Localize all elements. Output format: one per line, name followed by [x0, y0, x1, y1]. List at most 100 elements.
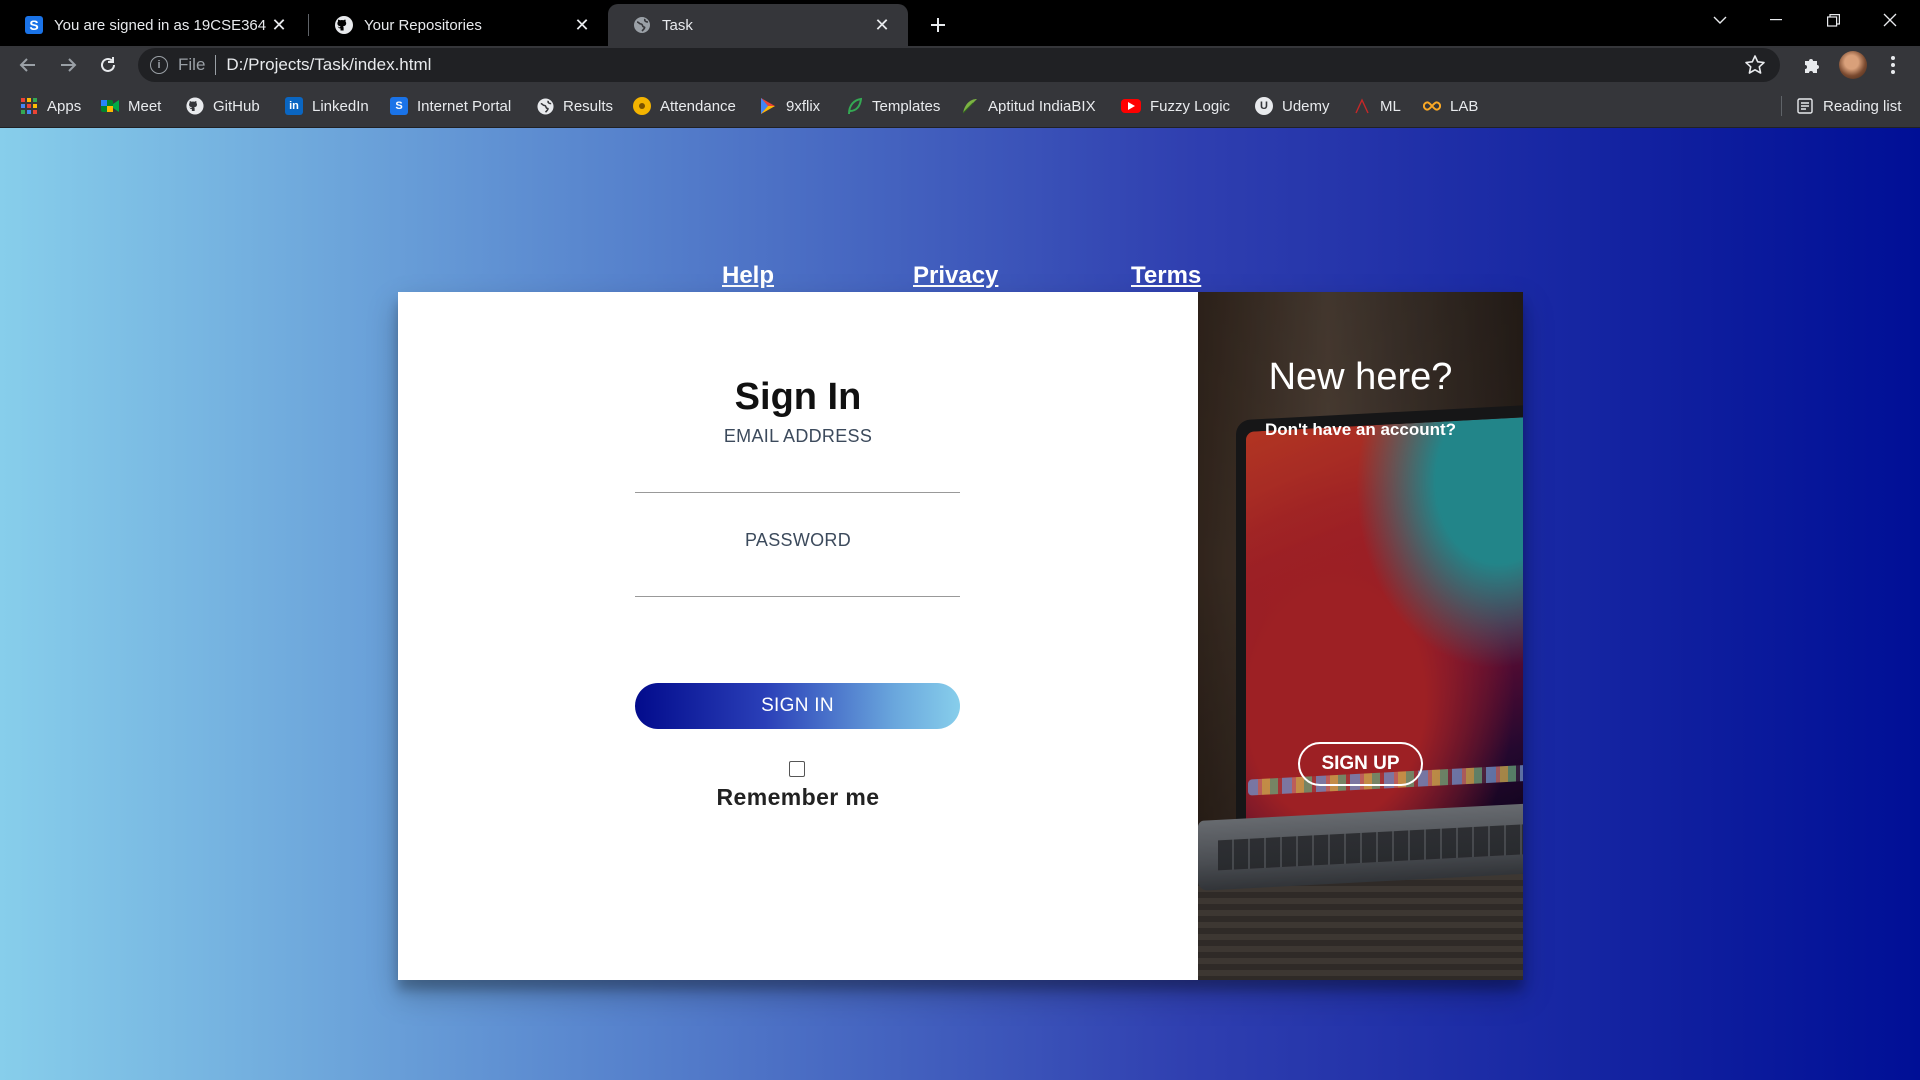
remember-checkbox[interactable]: [789, 761, 805, 777]
ml-icon: [1353, 97, 1371, 115]
reload-icon: [101, 57, 115, 72]
close-icon[interactable]: ✕: [269, 15, 289, 35]
chevron-down-icon: [1713, 16, 1727, 24]
bookmark-ml[interactable]: ML: [1353, 95, 1401, 117]
privacy-link[interactable]: Privacy: [913, 262, 998, 290]
arrow-right-icon: [61, 58, 77, 72]
bookmark-linkedin[interactable]: in LinkedIn: [285, 95, 369, 117]
tab-search-button[interactable]: [1692, 0, 1748, 40]
bookmark-label: Aptitud IndiaBIX: [988, 97, 1096, 115]
signin-form: Sign In EMAIL ADDRESS PASSWORD SIGN IN R…: [398, 292, 1198, 980]
reading-list-button[interactable]: Reading list: [1796, 95, 1901, 117]
puzzle-icon: [1805, 59, 1819, 73]
youtube-icon: [1121, 99, 1141, 113]
profile-avatar[interactable]: [1839, 51, 1867, 79]
bookmark-label: Attendance: [660, 97, 736, 115]
tab-task[interactable]: Task ✕: [608, 4, 908, 46]
email-input[interactable]: [635, 454, 960, 488]
bookmark-label: LinkedIn: [312, 97, 369, 115]
bookmark-label: ML: [1380, 97, 1401, 115]
feather-icon: [961, 97, 979, 115]
bookmark-label: Fuzzy Logic: [1150, 97, 1231, 115]
bookmark-fuzzy-logic[interactable]: Fuzzy Logic: [1121, 95, 1230, 117]
bookmark-label: Apps: [47, 97, 82, 115]
tab-repositories[interactable]: Your Repositories ✕: [310, 4, 608, 46]
signup-title: New here?: [1268, 356, 1453, 398]
udemy-icon: U: [1255, 97, 1273, 115]
svg-text:S: S: [29, 17, 38, 33]
signup-panel: New here? Don't have an account? SIGN UP: [1198, 292, 1523, 980]
s-brand-icon: S: [24, 15, 44, 35]
bookmark-meet[interactable]: Meet: [101, 95, 161, 117]
s-brand-icon: S: [390, 97, 408, 115]
menu-button[interactable]: [1879, 51, 1907, 79]
meet-icon: [101, 97, 119, 115]
close-icon: [1883, 13, 1897, 27]
attendance-icon: [633, 97, 651, 115]
tab-title: Task: [662, 16, 693, 34]
tab-strip: S You are signed in as 19CSE364 ✕ Your R…: [0, 0, 1920, 46]
leaf-icon: [845, 97, 863, 115]
star-icon[interactable]: [1744, 54, 1766, 76]
password-underline: [635, 596, 960, 597]
globe-icon: [536, 97, 554, 115]
bookmark-aptitude[interactable]: Aptitud IndiaBIX: [961, 95, 1096, 117]
bookmark-9xflix[interactable]: 9xflix: [759, 95, 820, 117]
bookmark-lab[interactable]: LAB: [1423, 95, 1478, 117]
signin-button[interactable]: SIGN IN: [635, 683, 960, 729]
bookmark-results[interactable]: Results: [536, 95, 613, 117]
bookmarks-bar: Apps Meet GitHub in LinkedIn S Internet …: [0, 84, 1920, 128]
arrow-left-icon: [19, 58, 35, 72]
bookmark-github[interactable]: GitHub: [186, 95, 260, 117]
reload-button[interactable]: [92, 49, 124, 81]
window-close-button[interactable]: [1862, 0, 1918, 40]
close-icon[interactable]: ✕: [572, 15, 592, 35]
bookmark-label: GitHub: [213, 97, 260, 115]
tab-title: You are signed in as 19CSE364: [54, 16, 267, 34]
address-url[interactable]: D:/Projects/Task/index.html: [226, 55, 431, 75]
globe-icon: [632, 15, 652, 35]
extensions-button[interactable]: [1798, 51, 1826, 79]
linkedin-icon: in: [285, 97, 303, 115]
email-label: EMAIL ADDRESS: [723, 426, 873, 446]
remember-label: Remember me: [716, 784, 880, 810]
minimize-button[interactable]: [1748, 0, 1804, 40]
info-icon[interactable]: i: [150, 56, 168, 74]
forward-button[interactable]: [52, 49, 84, 81]
bookmark-label: Udemy: [1282, 97, 1330, 115]
bookmark-label: Templates: [872, 97, 941, 115]
apps-grid-icon: [20, 97, 38, 115]
help-link[interactable]: Help: [722, 262, 774, 290]
password-label: PASSWORD: [744, 530, 852, 550]
bookmark-label: LAB: [1450, 97, 1479, 115]
bookmark-udemy[interactable]: U Udemy: [1255, 95, 1330, 117]
bookmark-internet-portal[interactable]: S Internet Portal: [390, 95, 511, 117]
address-bar[interactable]: i File D:/Projects/Task/index.html: [138, 48, 1780, 82]
restore-button[interactable]: [1805, 0, 1861, 40]
bookmark-attendance[interactable]: Attendance: [633, 95, 736, 117]
reading-list-label: Reading list: [1823, 97, 1902, 115]
tab-divider: [308, 14, 309, 36]
password-input[interactable]: [635, 558, 960, 592]
bookmark-label: Internet Portal: [417, 97, 512, 115]
back-button[interactable]: [12, 49, 44, 81]
bookmark-apps[interactable]: Apps: [20, 95, 81, 117]
plus-icon: [931, 18, 945, 32]
signup-button[interactable]: SIGN UP: [1298, 742, 1423, 786]
bookmark-label: 9xflix: [786, 97, 821, 115]
signup-subtitle: Don't have an account?: [1264, 420, 1457, 439]
close-icon[interactable]: ✕: [872, 15, 892, 35]
reading-list-icon: [1796, 97, 1814, 115]
bookmark-label: Results: [563, 97, 614, 115]
tab-title: Your Repositories: [364, 16, 482, 34]
minimize-icon: [1770, 19, 1782, 21]
new-tab-button[interactable]: [922, 9, 954, 41]
auth-card: Sign In EMAIL ADDRESS PASSWORD SIGN IN R…: [398, 292, 1523, 980]
infinity-icon: [1423, 97, 1441, 115]
terms-link[interactable]: Terms: [1131, 262, 1201, 290]
bookmark-templates[interactable]: Templates: [845, 95, 940, 117]
address-divider: [215, 55, 217, 75]
page-viewport: Help Privacy Terms Sign In EMAIL ADDRESS…: [0, 128, 1920, 1080]
browser-toolbar: i File D:/Projects/Task/index.html: [0, 46, 1920, 84]
tab-signed-in[interactable]: S You are signed in as 19CSE364 ✕: [0, 4, 305, 46]
